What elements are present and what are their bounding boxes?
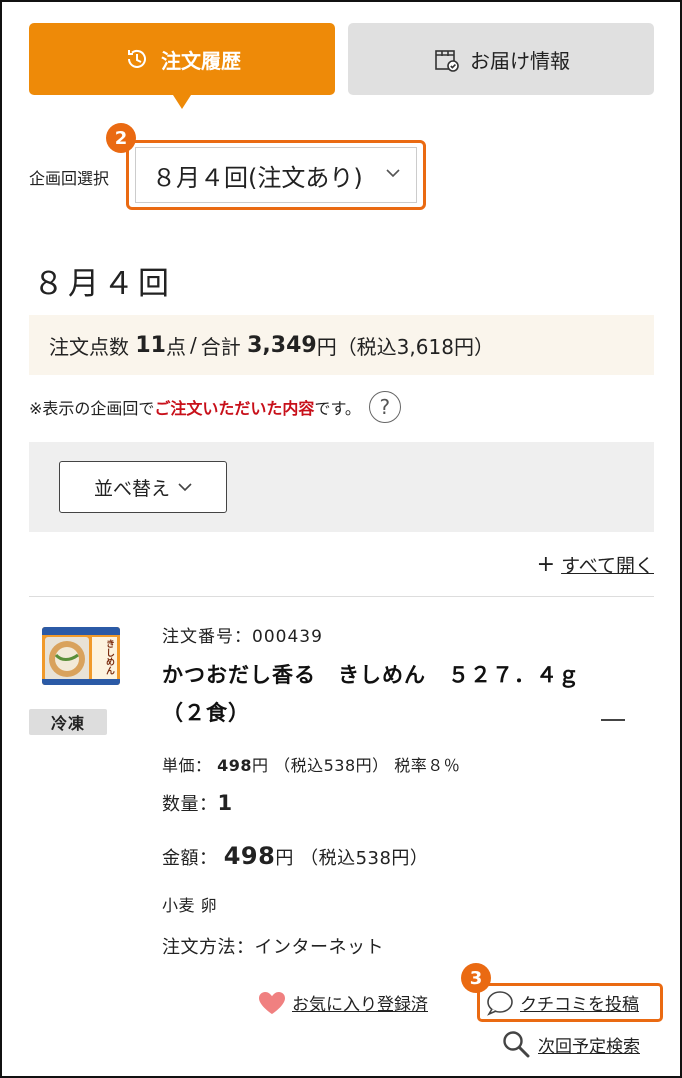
- divider: [29, 596, 654, 597]
- quantity-label: 数量：: [162, 794, 218, 815]
- chevron-down-icon: [386, 169, 400, 178]
- order-summary: 注文点数 11 点 / 合計 3,349 円（税込3,618円）: [29, 315, 654, 375]
- search-icon: [503, 1031, 530, 1058]
- next-schedule-search-label: 次回予定検索: [538, 1036, 640, 1057]
- note-prefix: ※表示の企画回で: [29, 399, 155, 418]
- unit-price-value: 498: [217, 756, 253, 775]
- step-badge-3: 3: [461, 963, 491, 993]
- unit-price-unit: 円: [252, 756, 269, 775]
- favorite-link[interactable]: お気に入り登録済: [258, 990, 428, 1015]
- product-name[interactable]: かつおだし香る きしめん ５２７．４ｇ（２食）: [162, 656, 582, 732]
- tab-order-history-label: 注文履歴: [161, 48, 241, 73]
- expand-all-label: すべて開く: [561, 555, 654, 577]
- note-suffix: です。: [314, 399, 361, 418]
- summary-total-unit: 円: [316, 334, 337, 359]
- collapse-toggle[interactable]: [601, 719, 625, 721]
- step-badge-2: 2: [106, 123, 136, 153]
- sort-panel: 並べ替え: [29, 442, 654, 532]
- amount-unit: 円: [275, 848, 294, 869]
- amount-label: 金額：: [162, 848, 218, 869]
- quantity-value: 1: [217, 791, 233, 815]
- product-thumbnail[interactable]: きしめん: [42, 627, 120, 685]
- amount-value: 498: [223, 842, 276, 870]
- active-tab-pointer: [173, 95, 191, 109]
- tab-delivery-info[interactable]: お届け情報: [348, 23, 654, 95]
- tab-order-history[interactable]: 注文履歴: [29, 23, 335, 95]
- storage-badge: 冷凍: [29, 709, 107, 735]
- speech-bubble-icon: [487, 990, 513, 1016]
- tab-delivery-info-label: お届け情報: [470, 48, 570, 73]
- delivery-box-icon: [435, 50, 459, 72]
- summary-count-unit: 点: [165, 334, 186, 359]
- unit-price-row: 単価： 498円 （税込538円） 税率８％: [162, 752, 460, 776]
- help-icon[interactable]: ?: [368, 391, 401, 423]
- order-number: 注文番号：000439: [162, 627, 323, 647]
- post-review-link[interactable]: クチコミを投稿: [477, 983, 663, 1022]
- sort-button[interactable]: 並べ替え: [59, 461, 227, 513]
- order-method: 注文方法：インターネット: [162, 937, 384, 958]
- amount-row: 金額： 498円 （税込538円）: [162, 842, 428, 870]
- unit-price-label: 単価：: [162, 756, 212, 775]
- amount-tax: （税込538円）: [300, 848, 429, 869]
- summary-total-value: 3,349: [247, 332, 317, 358]
- plan-select-value: ８月４回(注文あり): [152, 163, 363, 192]
- plus-icon: +: [536, 552, 556, 577]
- note-highlight: ご注文いただいた内容: [154, 399, 315, 418]
- summary-total-label: 合計: [200, 334, 241, 359]
- summary-tax-included: （税込3,618円）: [336, 334, 494, 359]
- allergens: 小麦 卵: [162, 896, 218, 915]
- next-schedule-search-link[interactable]: 次回予定検索: [502, 1030, 640, 1058]
- summary-separator: /: [189, 333, 197, 357]
- quantity-row: 数量：1: [162, 790, 233, 816]
- summary-count-label: 注文点数: [49, 334, 129, 359]
- history-clock-icon: [128, 49, 146, 68]
- order-note: ※表示の企画回で ご注文いただいた内容 です。 ?: [29, 391, 401, 423]
- heart-icon: [259, 991, 285, 1014]
- expand-all-link[interactable]: + すべて開く: [537, 551, 654, 578]
- product-thumb-text: きしめん: [104, 639, 114, 675]
- favorite-label: お気に入り登録済: [292, 995, 428, 1015]
- plan-select-dropdown[interactable]: ８月４回(注文あり): [135, 147, 417, 203]
- chevron-down-icon: [178, 483, 192, 492]
- summary-count-value: 11: [135, 332, 166, 358]
- post-review-label: クチコミを投稿: [520, 995, 639, 1015]
- section-title: ８月４回: [33, 266, 173, 302]
- plan-select-label: 企画回選択: [29, 169, 110, 188]
- unit-price-tax: （税込538円）: [274, 756, 389, 775]
- plan-select-highlight: ８月４回(注文あり): [126, 140, 426, 210]
- sort-button-label: 並べ替え: [93, 477, 170, 500]
- tax-rate: 税率８％: [394, 756, 461, 775]
